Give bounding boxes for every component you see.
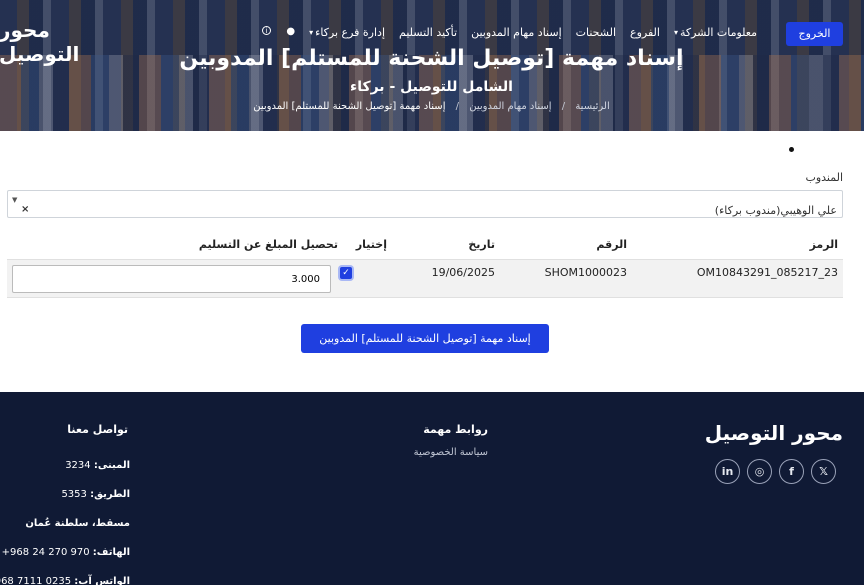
breadcrumb-assign-tasks[interactable]: إسناد مهام المدوبين xyxy=(470,101,552,112)
breadcrumb-home[interactable]: الرئيسية xyxy=(576,101,610,112)
bullet-dot xyxy=(790,147,795,152)
nav-item-delivery-confirmation[interactable]: تأكيد التسليم xyxy=(400,26,458,39)
contact-title: تواصل معنا xyxy=(68,423,129,436)
chevron-down-icon: ▾ xyxy=(310,28,315,37)
contact-whatsapp: الواتس آب: 0235 7111 968+ xyxy=(0,576,131,585)
column-header-select: إختيار xyxy=(356,238,388,251)
x-icon[interactable]: 𝕏 xyxy=(812,459,837,484)
nav-item-branches[interactable]: الفروع xyxy=(631,26,661,39)
social-links: 𝕏 f ◎ in xyxy=(716,459,837,484)
cell-date: 19/06/2025 xyxy=(432,266,496,279)
breadcrumb-separator: / xyxy=(562,101,567,112)
contact-label: الهاتف: xyxy=(93,547,131,558)
nav-item-company-info[interactable]: معلومات الشركة ▾ xyxy=(675,26,758,39)
privacy-policy-link[interactable]: سياسة الخصوصية xyxy=(415,447,489,458)
contact-label: المبنى: xyxy=(94,460,131,471)
user-icon[interactable]: ● xyxy=(286,26,296,37)
nav-item-label: إدارة فرع بركاء xyxy=(316,26,387,39)
contact-label: مسقط، سلطنة عُمان xyxy=(26,518,131,529)
page-subtitle: الشامل للتوصيل - بركاء xyxy=(351,79,514,95)
assign-task-button[interactable]: إسناد مهمة [توصيل الشحنة للمستلم] المدوب… xyxy=(302,324,550,353)
table-row: OM10843291_085217_23 SHOM1000023 19/06/2… xyxy=(8,259,844,298)
hero-header: محور التوصيل الخروج معلومات الشركة ▾ الف… xyxy=(0,0,865,131)
nav-item-label: إسناد مهام المدوبين xyxy=(472,26,563,39)
select-checkbox[interactable]: ✓ xyxy=(341,267,353,279)
breadcrumb: الرئيسية / إسناد مهام المدوبين / إسناد م… xyxy=(0,101,865,112)
nav-item-label: الفروع xyxy=(631,26,661,39)
table-header: الرمز الرقم تاريخ إختيار تحصيل المبلغ عن… xyxy=(8,238,844,258)
contact-building: المبنى: 3234 xyxy=(66,460,131,471)
contact-phone: الهاتف: 970 270 24 968+ xyxy=(3,547,131,558)
dropdown-arrow-icon[interactable]: ▼ xyxy=(13,196,18,204)
contact-value: 3234 xyxy=(66,460,92,471)
breadcrumb-current: إسناد مهمة [توصيل الشحنة للمستلم] المدوب… xyxy=(254,101,447,112)
contact-label: الطريق: xyxy=(91,489,131,500)
column-header-number: الرقم xyxy=(597,238,628,251)
contact-street: الطريق: 5353 xyxy=(62,489,131,500)
chevron-down-icon: ▾ xyxy=(674,28,679,37)
footer: محور التوصيل 𝕏 f ◎ in روابط مهمة سياسة ا… xyxy=(0,392,865,585)
facebook-icon[interactable]: f xyxy=(780,459,805,484)
nav-item-label: معلومات الشركة xyxy=(680,26,758,39)
clear-icon[interactable]: × xyxy=(22,204,30,215)
courier-label: المندوب xyxy=(806,171,844,184)
courier-select[interactable]: علي الوهيبي(مندوب بركاء) ▼ × xyxy=(8,190,844,218)
breadcrumb-separator: / xyxy=(456,101,461,112)
main-nav: معلومات الشركة ▾ الفروع الشحنات إسناد مه… xyxy=(249,26,758,39)
nav-item-shipments[interactable]: الشحنات xyxy=(577,26,617,39)
nav-item-assign-tasks[interactable]: إسناد مهام المدوبين xyxy=(472,26,563,39)
contact-value: 5353 xyxy=(62,489,88,500)
column-header-date: تاريخ xyxy=(469,238,496,251)
courier-selected-value: علي الوهيبي(مندوب بركاء) xyxy=(715,204,838,217)
cod-amount-input[interactable] xyxy=(13,265,332,293)
nav-item-label: الشحنات xyxy=(576,26,618,39)
links-title: روابط مهمة xyxy=(424,423,489,436)
column-header-cod: تحصيل المبلغ عن التسليم xyxy=(199,238,339,251)
cell-number: SHOM1000023 xyxy=(545,266,628,279)
instagram-icon[interactable]: ◎ xyxy=(748,459,773,484)
nav-item-label: تأكيد التسليم xyxy=(400,26,459,39)
cell-code: OM10843291_085217_23 xyxy=(697,266,839,279)
contact-value: 0235 7111 968+ xyxy=(0,576,73,585)
linkedin-icon[interactable]: in xyxy=(716,459,741,484)
contact-label: الواتس آب: xyxy=(75,576,131,585)
column-header-code: الرمز xyxy=(810,238,839,251)
footer-brand: محور التوصيل xyxy=(705,421,844,445)
contact-city: مسقط، سلطنة عُمان xyxy=(26,518,131,529)
logout-button[interactable]: الخروج xyxy=(787,22,844,46)
page-title: إسناد مهمة [توصيل الشحنة للمستلم] المدوب… xyxy=(180,46,685,71)
info-icon[interactable]: i xyxy=(263,26,273,35)
nav-item-branch-management[interactable]: إدارة فرع بركاء ▾ xyxy=(310,26,386,39)
contact-value: 970 270 24 968+ xyxy=(2,547,91,558)
